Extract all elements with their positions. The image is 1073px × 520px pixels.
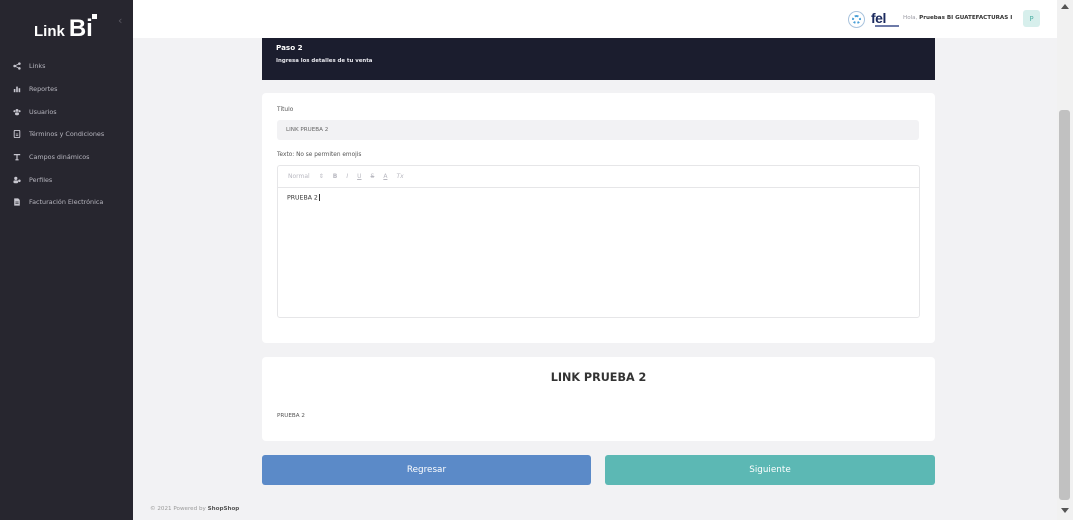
sidebar: Link Bi ‹ Links Reportes Usuarios Términ… bbox=[0, 0, 133, 520]
invoice-icon bbox=[13, 198, 21, 207]
page-scrollbar[interactable] bbox=[1057, 0, 1073, 520]
underline-button[interactable]: U bbox=[357, 173, 361, 180]
sidebar-item-campos[interactable]: Campos dinámicos bbox=[0, 146, 133, 169]
sidebar-item-usuarios[interactable]: Usuarios bbox=[0, 100, 133, 123]
italic-button[interactable]: I bbox=[346, 173, 348, 180]
document-icon bbox=[13, 130, 21, 139]
profiles-icon bbox=[13, 176, 21, 184]
format-select[interactable]: Normal bbox=[288, 173, 310, 180]
brand-logo-mark-text: Bi bbox=[68, 15, 93, 42]
sidebar-nav: Links Reportes Usuarios Términos y Condi… bbox=[0, 55, 133, 214]
sidebar-item-label: Campos dinámicos bbox=[29, 153, 90, 162]
scroll-down-icon[interactable] bbox=[1061, 508, 1069, 513]
sidebar-item-label: Términos y Condiciones bbox=[29, 130, 105, 139]
avatar[interactable]: P bbox=[1023, 10, 1040, 27]
greeting-prefix: Hola, bbox=[903, 15, 918, 21]
share-icon bbox=[13, 62, 21, 71]
footer-brand-link[interactable]: ShopShop bbox=[208, 506, 240, 512]
footer: © 2021 Powered by ShopShop bbox=[150, 506, 239, 512]
sidebar-item-links[interactable]: Links bbox=[0, 55, 133, 78]
sidebar-item-label: Perfiles bbox=[29, 175, 53, 184]
brand-logo[interactable]: Link Bi bbox=[34, 14, 97, 42]
step-subtitle: Ingresa los detalles de tu venta bbox=[276, 58, 373, 64]
text-label: Texto: No se permiten emojis bbox=[277, 152, 362, 158]
user-greeting: Hola, Pruebas BI GUATEFACTURAS I bbox=[903, 15, 1012, 21]
brand-logo-square bbox=[91, 14, 97, 19]
collapse-sidebar-icon[interactable]: ‹ bbox=[118, 14, 122, 27]
fel-logo-underline bbox=[875, 25, 899, 27]
fel-logo-text: fel bbox=[871, 10, 886, 26]
settings-icon[interactable] bbox=[848, 11, 865, 28]
details-form-card: Título LINK PRUEBA 2 Texto: No se permit… bbox=[262, 93, 935, 343]
preview-card: LINK PRUEBA 2 PRUEBA 2 bbox=[262, 357, 935, 441]
bar-chart-icon bbox=[13, 85, 21, 93]
step-header: Paso 2 Ingresa los detalles de tu venta bbox=[262, 38, 935, 80]
footer-text: © 2021 Powered by bbox=[150, 506, 206, 512]
sidebar-item-facturacion[interactable]: Facturación Electrónica bbox=[0, 191, 133, 214]
sidebar-item-label: Reportes bbox=[29, 85, 58, 94]
sidebar-item-label: Links bbox=[29, 62, 46, 71]
sidebar-item-terminos[interactable]: Términos y Condiciones bbox=[0, 123, 133, 146]
brand-logo-text: Link bbox=[34, 23, 65, 40]
settings-icon-inner bbox=[852, 15, 861, 24]
fel-logo: fel bbox=[871, 10, 899, 27]
preview-text: PRUEBA 2 bbox=[277, 413, 305, 419]
scroll-up-icon[interactable] bbox=[1061, 4, 1069, 9]
sidebar-item-reportes[interactable]: Reportes bbox=[0, 78, 133, 101]
editor-content[interactable]: PRUEBA 2 bbox=[278, 188, 919, 208]
next-button[interactable]: Siguiente bbox=[605, 455, 935, 485]
rich-text-editor[interactable]: Normal ⇕ B I U S A Tx PRUEBA 2 bbox=[277, 165, 920, 318]
sidebar-item-label: Usuarios bbox=[29, 107, 57, 116]
title-input[interactable]: LINK PRUEBA 2 bbox=[277, 120, 919, 140]
format-select-arrow-icon[interactable]: ⇕ bbox=[319, 173, 324, 180]
editor-text: PRUEBA 2 bbox=[287, 194, 318, 202]
clear-format-button[interactable]: Tx bbox=[396, 173, 403, 180]
step-title: Paso 2 bbox=[276, 43, 303, 52]
editor-toolbar: Normal ⇕ B I U S A Tx bbox=[278, 166, 919, 188]
back-button[interactable]: Regresar bbox=[262, 455, 591, 485]
sidebar-item-perfiles[interactable]: Perfiles bbox=[0, 168, 133, 191]
sidebar-item-label: Facturación Electrónica bbox=[29, 198, 104, 207]
users-icon bbox=[13, 108, 21, 116]
preview-title: LINK PRUEBA 2 bbox=[550, 371, 647, 384]
user-name: Pruebas BI GUATEFACTURAS I bbox=[919, 15, 1013, 21]
text-caret bbox=[318, 194, 320, 201]
brand-logo-mark: Bi bbox=[68, 14, 97, 42]
strike-button[interactable]: S bbox=[371, 173, 375, 180]
text-field-icon bbox=[13, 153, 21, 161]
text-color-button[interactable]: A bbox=[383, 173, 387, 180]
title-label: Título bbox=[277, 107, 294, 113]
scrollbar-thumb[interactable] bbox=[1059, 110, 1070, 500]
bold-button[interactable]: B bbox=[333, 173, 338, 180]
